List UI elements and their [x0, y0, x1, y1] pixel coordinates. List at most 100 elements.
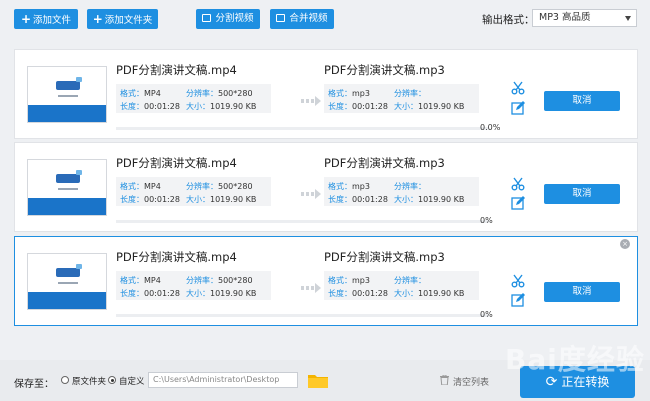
resolution-value: 500*280: [218, 89, 253, 98]
target-file-name: PDF分割演讲文稿.mp3: [324, 250, 445, 264]
plus-icon: +: [92, 12, 103, 26]
add-folder-button[interactable]: + 添加文件夹: [87, 9, 158, 29]
format-label: 格式：: [328, 89, 352, 98]
watermark: Bai度经验: [505, 343, 645, 376]
resolution-value: 500*280: [218, 182, 253, 191]
format-value: mp3: [352, 182, 370, 191]
format-value: MP4: [144, 89, 161, 98]
format-value: mp3: [352, 276, 370, 285]
target-file-name: PDF分割演讲文稿.mp3: [324, 156, 445, 170]
length-label: 长度：: [120, 102, 144, 111]
target-info: 格式：mp3 分辨率： 长度：00:01:28 大小：1019.90 KB: [324, 271, 479, 300]
format-value: MP4: [144, 276, 161, 285]
source-folder-label: 原文件夹: [72, 377, 107, 387]
format-label: 格式：: [328, 182, 352, 191]
folder-icon[interactable]: [308, 373, 328, 388]
source-info: 格式：MP4 分辨率：500*280 长度：00:01:28 大小：1019.9…: [116, 177, 271, 206]
save-path-input[interactable]: C:\Users\Administrator\Desktop: [148, 372, 298, 388]
merge-video-button[interactable]: 合并视频: [270, 9, 334, 29]
format-value: mp3: [352, 89, 370, 98]
custom-label: 自定义: [119, 377, 145, 387]
edit-icon[interactable]: [511, 293, 525, 307]
edit-icon[interactable]: [511, 101, 525, 115]
arrow-right-icon: [301, 96, 321, 106]
length-value: 00:01:28: [144, 195, 180, 204]
output-format-select[interactable]: MP3 高品质: [532, 9, 637, 27]
progress-percent: 0%: [480, 310, 493, 319]
format-value: MP4: [144, 182, 161, 191]
format-label: 格式：: [120, 276, 144, 285]
merge-icon: [276, 14, 286, 22]
video-thumbnail: [27, 159, 107, 216]
size-value: 1019.90 KB: [418, 102, 465, 111]
scissors-icon[interactable]: [511, 274, 525, 288]
split-video-button[interactable]: 分割视频: [196, 9, 260, 29]
format-label: 格式：: [120, 182, 144, 191]
task-card-selected[interactable]: × PDF分割演讲文稿.mp4 格式：MP4 分辨率：500*280 长度：00…: [14, 236, 638, 326]
length-value: 00:01:28: [144, 289, 180, 298]
resolution-label: 分辨率：: [394, 182, 426, 191]
scissors-icon[interactable]: [511, 81, 525, 95]
size-label: 大小：: [394, 102, 418, 111]
cancel-button[interactable]: 取消: [544, 184, 620, 204]
size-value: 1019.90 KB: [210, 195, 257, 204]
clear-list-button[interactable]: 清空列表: [453, 375, 489, 388]
format-label: 格式：: [120, 89, 144, 98]
length-label: 长度：: [328, 289, 352, 298]
size-label: 大小：: [394, 195, 418, 204]
plus-icon: +: [20, 12, 32, 26]
length-label: 长度：: [328, 195, 352, 204]
video-thumbnail: [27, 66, 107, 123]
edit-icon[interactable]: [511, 196, 525, 210]
save-to-label: 保存至：: [14, 379, 54, 390]
size-label: 大小：: [394, 289, 418, 298]
target-file-name: PDF分割演讲文稿.mp3: [324, 63, 445, 77]
source-file-name: PDF分割演讲文稿.mp4: [116, 250, 237, 264]
source-info: 格式：MP4 分辨率：500*280 长度：00:01:28 大小：1019.9…: [116, 84, 271, 113]
video-thumbnail: [27, 253, 107, 310]
format-label: 格式：: [328, 276, 352, 285]
resolution-label: 分辨率：: [186, 182, 218, 191]
progress-percent: 0%: [480, 216, 493, 225]
size-label: 大小：: [186, 195, 210, 204]
length-value: 00:01:28: [352, 289, 388, 298]
length-label: 长度：: [120, 289, 144, 298]
source-folder-radio[interactable]: [61, 376, 69, 384]
task-card[interactable]: PDF分割演讲文稿.mp4 格式：MP4 分辨率：500*280 长度：00:0…: [14, 49, 638, 139]
custom-radio[interactable]: [108, 376, 116, 384]
progress-bar: [116, 220, 489, 223]
split-video-label: 分割视频: [215, 13, 254, 24]
merge-video-label: 合并视频: [289, 13, 328, 24]
task-list: PDF分割演讲文稿.mp4 格式：MP4 分辨率：500*280 长度：00:0…: [0, 38, 650, 360]
scissors-icon[interactable]: [511, 177, 525, 191]
output-format-label: 输出格式：: [482, 14, 535, 26]
target-info: 格式：mp3 分辨率： 长度：00:01:28 大小：1019.90 KB: [324, 177, 479, 206]
resolution-value: 500*280: [218, 276, 253, 285]
size-value: 1019.90 KB: [418, 289, 465, 298]
length-value: 00:01:28: [352, 102, 388, 111]
close-icon[interactable]: ×: [620, 239, 630, 249]
source-file-name: PDF分割演讲文稿.mp4: [116, 63, 237, 77]
length-value: 00:01:28: [144, 102, 180, 111]
task-card[interactable]: PDF分割演讲文稿.mp4 格式：MP4 分辨率：500*280 长度：00:0…: [14, 142, 638, 232]
resolution-label: 分辨率：: [186, 89, 218, 98]
size-value: 1019.90 KB: [418, 195, 465, 204]
length-label: 长度：: [328, 102, 352, 111]
toolbar: + 添加文件 + 添加文件夹 分割视频 合并视频 输出格式： MP3 高品质: [0, 0, 650, 38]
output-format-value: MP3 高品质: [539, 12, 591, 23]
cancel-button[interactable]: 取消: [544, 91, 620, 111]
add-file-label: 添加文件: [33, 15, 72, 26]
target-info: 格式：mp3 分辨率： 长度：00:01:28 大小：1019.90 KB: [324, 84, 479, 113]
progress-percent: 0.0%: [480, 123, 501, 132]
length-label: 长度：: [120, 195, 144, 204]
resolution-label: 分辨率：: [394, 276, 426, 285]
progress-bar: [116, 127, 489, 130]
source-info: 格式：MP4 分辨率：500*280 长度：00:01:28 大小：1019.9…: [116, 271, 271, 300]
length-value: 00:01:28: [352, 195, 388, 204]
size-value: 1019.90 KB: [210, 102, 257, 111]
arrow-right-icon: [301, 283, 321, 293]
cancel-button[interactable]: 取消: [544, 282, 620, 302]
size-label: 大小：: [186, 289, 210, 298]
size-label: 大小：: [186, 102, 210, 111]
add-file-button[interactable]: + 添加文件: [14, 9, 78, 29]
